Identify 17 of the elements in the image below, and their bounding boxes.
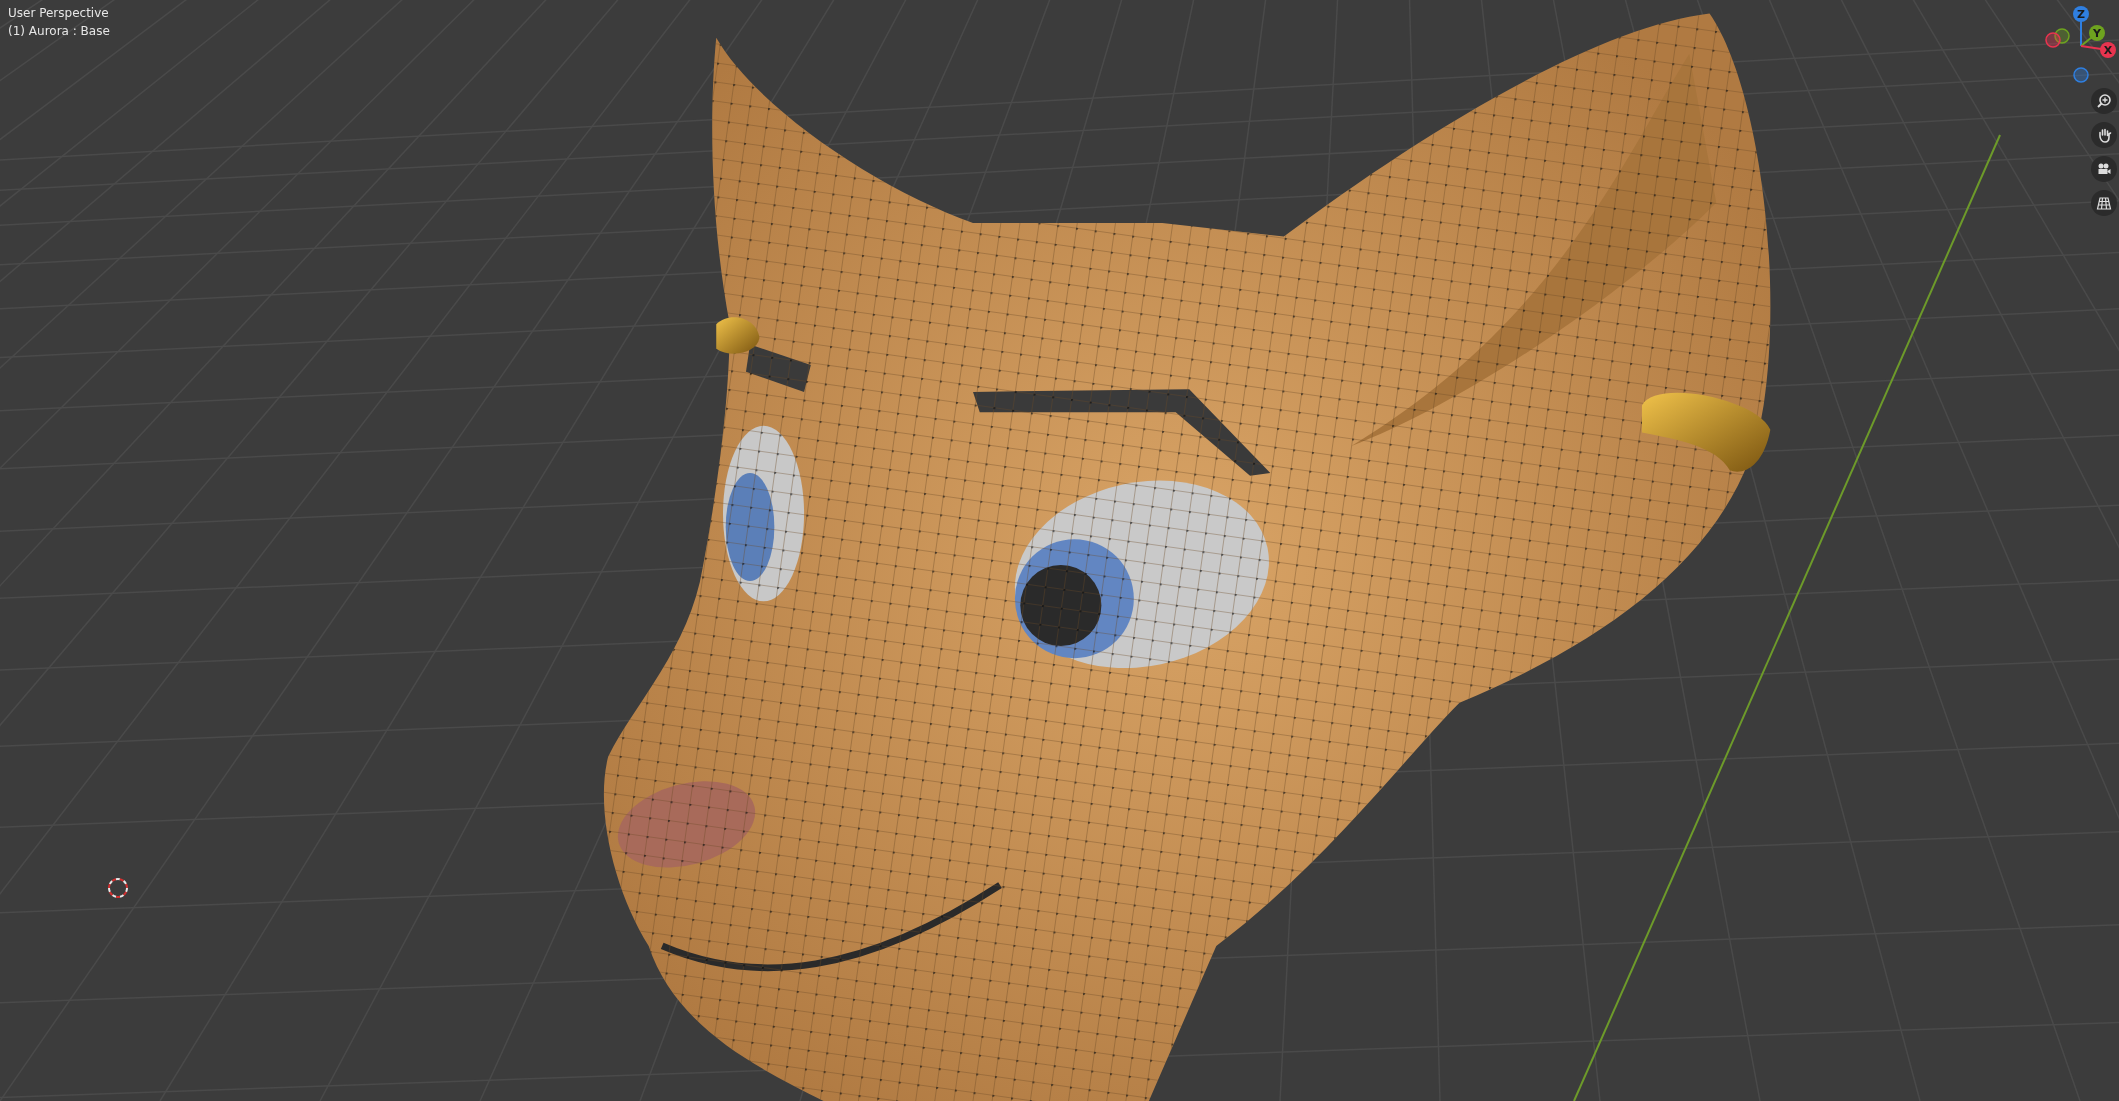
negative-axis-handle[interactable] [2054, 28, 2070, 44]
axis-handle[interactable]: X [2100, 42, 2116, 58]
pan-button[interactable] [2091, 122, 2117, 148]
view-name-label: User Perspective [8, 5, 110, 22]
hand-icon [2096, 127, 2112, 143]
negative-axis-handle[interactable] [2045, 32, 2061, 48]
axis-handle[interactable]: Z [2073, 6, 2089, 22]
object-info-label: (1) Aurora : Base [8, 23, 110, 40]
axis-handle[interactable]: Y [2089, 25, 2105, 41]
zoom-button[interactable] [2091, 88, 2117, 114]
negative-axis-handle[interactable] [2073, 67, 2089, 83]
zoom-icon [2096, 93, 2112, 109]
grid-icon [2096, 195, 2112, 211]
orthographic-toggle-button[interactable] [2091, 190, 2117, 216]
movie-camera-icon [2096, 161, 2112, 177]
camera-view-button[interactable] [2091, 156, 2117, 182]
3d-cursor-icon [108, 878, 128, 898]
